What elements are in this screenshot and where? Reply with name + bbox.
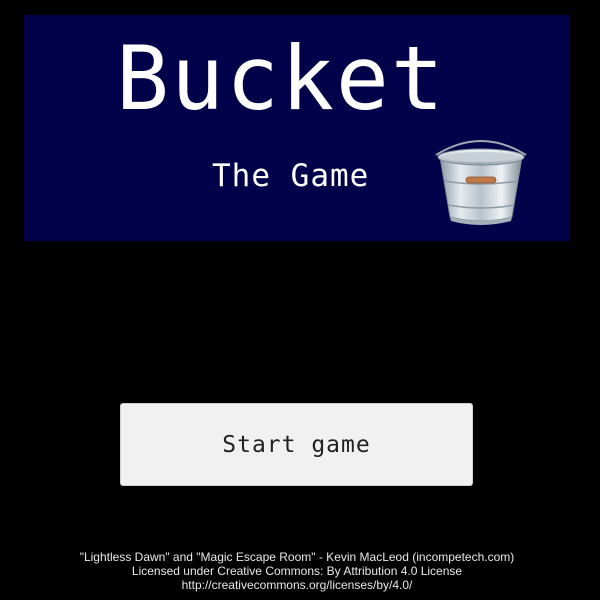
- title-panel: Bucket The Game: [24, 15, 570, 241]
- game-subtitle: The Game: [212, 158, 370, 194]
- credits-line-music: "Lightless Dawn" and "Magic Escape Room"…: [79, 550, 515, 564]
- credits-line-url: http://creativecommons.org/licenses/by/4…: [181, 578, 413, 592]
- credits-line-license: Licensed under Creative Commons: By Attr…: [131, 564, 463, 578]
- game-title-screen: Bucket The Game Start game "Lightless Da…: [0, 0, 600, 600]
- music-credits: "Lightless Dawn" and "Magic Escape Room"…: [0, 550, 594, 592]
- metal-bucket-icon: [435, 140, 527, 225]
- start-game-label: Start game: [222, 431, 371, 458]
- game-title: Bucket: [116, 27, 446, 130]
- start-game-button[interactable]: Start game: [120, 403, 473, 486]
